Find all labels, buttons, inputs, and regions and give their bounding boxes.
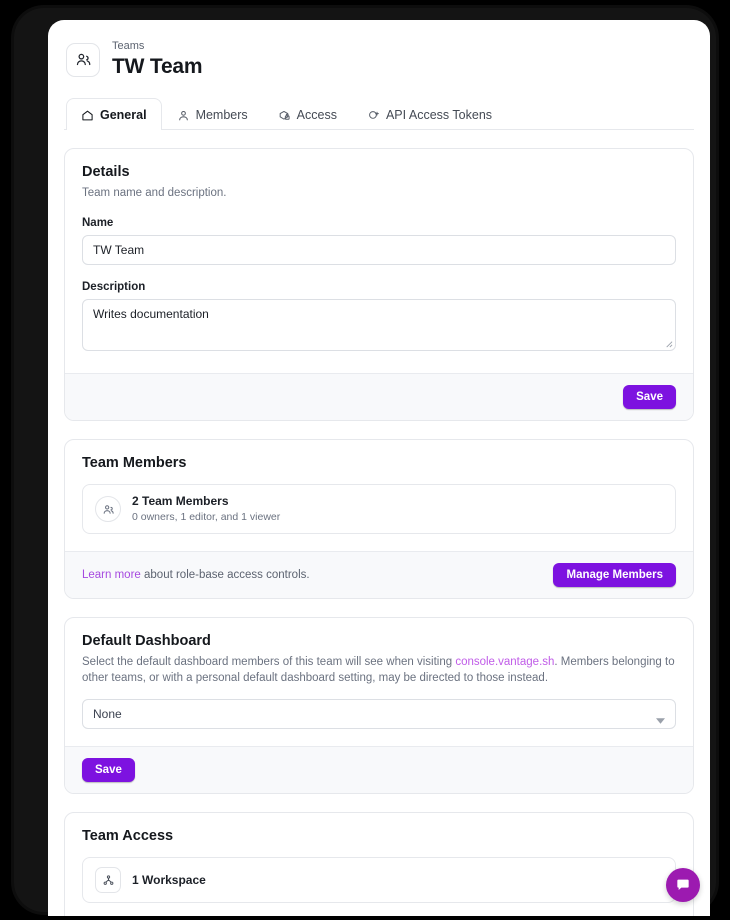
team-people-icon <box>66 42 100 77</box>
access-lock-icon <box>278 109 291 122</box>
team-access-title: Team Access <box>82 828 174 844</box>
tab-api-label: API Access Tokens <box>385 108 493 122</box>
default-dashboard-card: Default Dashboard Select the default das… <box>64 617 694 794</box>
tab-members[interactable]: Members <box>162 98 263 130</box>
api-token-icon <box>367 109 380 122</box>
tab-access[interactable]: Access <box>263 98 352 130</box>
tab-general-label: General <box>100 108 147 122</box>
details-footer: Save <box>65 373 693 420</box>
save-dashboard-button[interactable]: Save <box>82 758 135 782</box>
default-dashboard-selected-value: None <box>93 707 122 721</box>
name-input[interactable] <box>82 235 676 265</box>
details-card: Details Team name and description. Name … <box>64 148 694 421</box>
team-members-summary-tile[interactable]: 2 Team Members 0 owners, 1 editor, and 1… <box>82 484 676 534</box>
team-members-title: Team Members <box>82 455 187 471</box>
team-members-footer: Learn more about role-base access contro… <box>65 551 693 598</box>
members-count-title: 2 Team Members <box>132 494 229 508</box>
learn-more-link[interactable]: Learn more <box>82 569 141 581</box>
workspace-nodes-icon <box>95 867 121 893</box>
default-dashboard-footer: Save <box>65 746 693 793</box>
workspace-title: 1 Workspace <box>132 872 206 887</box>
team-members-card: Team Members 2 Team Members 0 owners, 1 … <box>64 439 694 599</box>
tab-members-label: Members <box>195 108 248 122</box>
description-label: Description <box>82 281 146 293</box>
tab-access-label: Access <box>296 108 337 122</box>
details-title: Details <box>82 164 130 180</box>
home-icon <box>81 109 94 122</box>
save-details-button[interactable]: Save <box>623 385 676 409</box>
rbac-note: Learn more about role-base access contro… <box>82 569 310 581</box>
workspace-tile[interactable]: 1 Workspace <box>82 857 676 903</box>
app-screen: Teams TW Team General Members Access API… <box>48 20 710 916</box>
tab-bar: General Members Access API Access Tokens <box>64 97 694 130</box>
breadcrumb: Teams <box>112 40 145 52</box>
details-subtitle: Team name and description. <box>82 187 227 199</box>
person-icon <box>177 109 190 122</box>
dd-desc-pre: Select the default dashboard members of … <box>82 656 456 668</box>
tab-general[interactable]: General <box>66 98 162 130</box>
members-avatar-icon <box>95 496 121 522</box>
page-header: Teams TW Team <box>64 38 694 79</box>
team-settings-page: Teams TW Team General Members Access API… <box>48 20 710 916</box>
description-textarea[interactable] <box>82 299 676 351</box>
default-dashboard-title: Default Dashboard <box>82 633 211 649</box>
console-link[interactable]: console.vantage.sh <box>455 656 554 668</box>
team-access-card: Team Access 1 Workspace <box>64 812 694 916</box>
rbac-note-text: about role-base access controls. <box>140 569 310 581</box>
default-dashboard-select[interactable]: None <box>82 699 676 729</box>
tab-api-access-tokens[interactable]: API Access Tokens <box>352 98 507 130</box>
default-dashboard-description: Select the default dashboard members of … <box>82 654 676 686</box>
device-bezel: Teams TW Team General Members Access API… <box>14 8 716 916</box>
name-label: Name <box>82 217 114 229</box>
chat-bubble-icon[interactable] <box>666 868 700 902</box>
page-title: TW Team <box>112 55 203 78</box>
manage-members-button[interactable]: Manage Members <box>553 563 676 587</box>
members-count-sub: 0 owners, 1 editor, and 1 viewer <box>132 511 281 523</box>
